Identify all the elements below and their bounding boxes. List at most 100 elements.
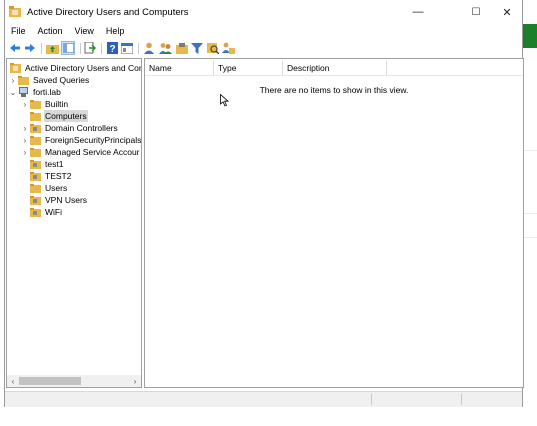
tree-item-label: Users bbox=[45, 183, 68, 193]
mouse-pointer-icon bbox=[220, 93, 230, 109]
tree-item-label: WiFi bbox=[45, 207, 62, 217]
tree-item-label: TEST2 bbox=[45, 171, 72, 181]
user-icon[interactable] bbox=[142, 41, 156, 55]
window-title: Active Directory Users and Computers bbox=[27, 7, 189, 18]
ou-folder-icon bbox=[29, 159, 41, 169]
help-icon[interactable]: ? bbox=[105, 41, 119, 55]
menu-file[interactable]: File bbox=[5, 24, 32, 39]
toolbar: ? bbox=[5, 40, 522, 57]
chevron-right-icon[interactable]: › bbox=[9, 74, 17, 86]
tree-item-label: Saved Queries bbox=[33, 75, 90, 85]
tree-item-label: Domain Controllers bbox=[45, 123, 118, 133]
status-bar bbox=[5, 391, 522, 407]
folder-icon bbox=[29, 147, 41, 157]
tree-item-label: forti.lab bbox=[33, 87, 61, 97]
toolbar-separator bbox=[101, 43, 102, 54]
chevron-right-icon[interactable]: › bbox=[21, 122, 29, 134]
filter-icon[interactable] bbox=[190, 41, 204, 55]
empty-list-message: There are no items to show in this view. bbox=[259, 85, 409, 95]
chevron-right-icon[interactable]: › bbox=[21, 146, 29, 158]
tree-item-saved-queries[interactable]: › Saved Queries bbox=[9, 74, 90, 86]
column-header-type[interactable]: Type bbox=[214, 61, 283, 75]
folder-icon bbox=[29, 99, 41, 109]
minimize-button[interactable]: — bbox=[403, 0, 433, 24]
group-icon[interactable] bbox=[158, 41, 172, 55]
tree-item-vpn-users[interactable]: VPN Users bbox=[21, 194, 88, 206]
ou-folder-icon bbox=[29, 207, 41, 217]
tree-item-wifi[interactable]: WiFi bbox=[21, 206, 63, 218]
scrollbar-thumb[interactable] bbox=[19, 377, 81, 385]
properties-icon[interactable] bbox=[120, 41, 134, 55]
chevron-right-icon[interactable]: › bbox=[21, 134, 29, 146]
svg-text:?: ? bbox=[109, 44, 115, 54]
tree-item-foreign-security-principals[interactable]: › ForeignSecurityPrincipals bbox=[21, 134, 142, 146]
background-divider bbox=[523, 213, 537, 214]
toolbar-separator bbox=[80, 43, 81, 54]
aduc-icon bbox=[9, 63, 21, 73]
chevron-right-icon[interactable]: › bbox=[21, 98, 29, 110]
status-separator bbox=[461, 394, 462, 405]
tree-item-domain[interactable]: ⌄ forti.lab bbox=[9, 86, 62, 98]
tree-item-computers[interactable]: Computers bbox=[21, 110, 88, 122]
find-icon[interactable] bbox=[206, 41, 220, 55]
tree-item-managed-service-accounts[interactable]: › Managed Service Accour bbox=[21, 146, 141, 158]
maximize-button[interactable]: ☐ bbox=[461, 0, 491, 24]
folder-icon bbox=[29, 135, 41, 145]
scroll-right-icon[interactable]: › bbox=[129, 375, 141, 387]
background-divider bbox=[523, 237, 537, 238]
background-divider bbox=[523, 150, 537, 151]
toolbar-separator bbox=[138, 43, 139, 54]
tree-item-label: VPN Users bbox=[45, 195, 88, 205]
delegate-icon[interactable] bbox=[221, 41, 235, 55]
ou-folder-icon bbox=[29, 123, 41, 133]
tree-item-label: ForeignSecurityPrincipals bbox=[45, 135, 142, 145]
tree-item-test1[interactable]: test1 bbox=[21, 158, 64, 170]
ou-folder-icon bbox=[29, 195, 41, 205]
header-divider bbox=[145, 75, 523, 76]
tree-item-test2[interactable]: TEST2 bbox=[21, 170, 72, 182]
tree-item-label: Managed Service Accour bbox=[45, 147, 140, 157]
export-list-icon[interactable] bbox=[83, 41, 97, 55]
menu-action[interactable]: Action bbox=[32, 24, 69, 39]
scroll-left-icon[interactable]: ‹ bbox=[7, 375, 19, 387]
column-header-name[interactable]: Name bbox=[145, 61, 214, 75]
menu-help[interactable]: Help bbox=[100, 24, 131, 39]
tree-horizontal-scrollbar[interactable]: ‹ › bbox=[7, 375, 141, 387]
ou-folder-icon bbox=[29, 171, 41, 181]
aduc-window: Active Directory Users and Computers — ☐… bbox=[4, 0, 524, 407]
container-icon[interactable] bbox=[175, 41, 189, 55]
tree-item-label: Computers bbox=[44, 110, 88, 122]
menu-view[interactable]: View bbox=[69, 24, 100, 39]
domain-icon bbox=[17, 87, 29, 97]
tree-item-builtin[interactable]: › Builtin bbox=[21, 98, 69, 110]
forward-arrow-icon[interactable] bbox=[23, 41, 37, 55]
tree-item-users[interactable]: Users bbox=[21, 182, 68, 194]
details-pane[interactable]: Name Type Description There are no items… bbox=[144, 58, 524, 388]
close-button[interactable]: ✕ bbox=[492, 0, 522, 24]
back-arrow-icon[interactable] bbox=[8, 41, 22, 55]
up-folder-icon[interactable] bbox=[45, 41, 59, 55]
tree-item-label: Builtin bbox=[45, 99, 69, 109]
tree-item-label: test1 bbox=[45, 159, 64, 169]
console-tree-icon[interactable] bbox=[61, 41, 75, 55]
background-window-header bbox=[523, 24, 537, 48]
folder-icon bbox=[17, 75, 29, 85]
tree-root-label: Active Directory Users and Com bbox=[25, 63, 142, 73]
folder-icon bbox=[29, 183, 41, 193]
chevron-down-icon[interactable]: ⌄ bbox=[9, 86, 17, 98]
status-separator bbox=[371, 394, 372, 405]
console-tree[interactable]: Active Directory Users and Com › Saved Q… bbox=[6, 58, 142, 388]
aduc-app-icon bbox=[9, 6, 21, 17]
tree-root-item[interactable]: Active Directory Users and Com bbox=[9, 62, 142, 74]
title-bar[interactable]: Active Directory Users and Computers — ☐… bbox=[5, 0, 522, 24]
toolbar-separator bbox=[41, 43, 42, 54]
column-header-description[interactable]: Description bbox=[283, 61, 387, 75]
menu-bar: File Action View Help bbox=[5, 24, 522, 39]
tree-item-domain-controllers[interactable]: › Domain Controllers bbox=[21, 122, 119, 134]
